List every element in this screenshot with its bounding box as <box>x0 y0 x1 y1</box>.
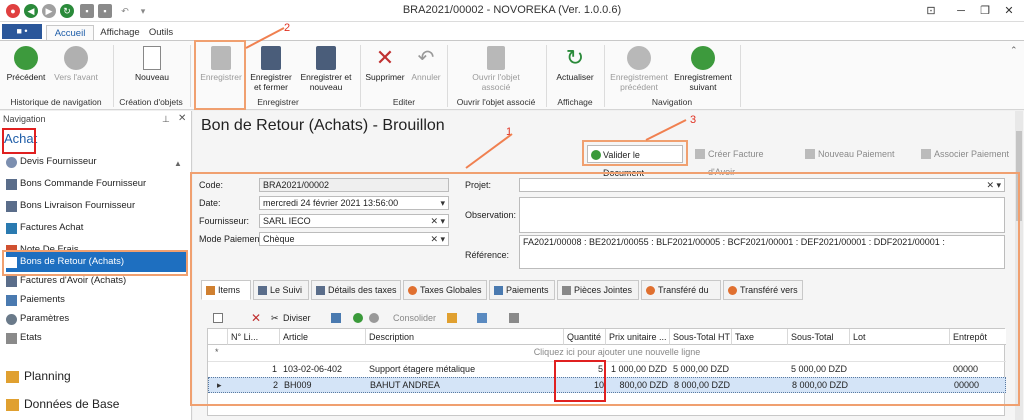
group-label-history: Historique de navigation <box>10 97 102 107</box>
new-payment-button[interactable]: Nouveau Paiement <box>803 145 903 163</box>
nav-group-planning[interactable]: Planning <box>6 369 71 383</box>
minimize-button[interactable]: ─ <box>952 3 970 19</box>
previous-button[interactable]: Précédent <box>4 46 48 82</box>
arrow-right-icon <box>64 46 88 70</box>
ribbon-tabs: ■ • Accueil Affichage Outils <box>0 22 1024 40</box>
pin-icon[interactable]: ⊥ <box>162 114 170 125</box>
separator <box>546 45 547 107</box>
folder-icon <box>6 371 19 383</box>
title-bar: ● ◀ ▶ ↻ ▪ ▪ ↶ ▾ BRA2021/00002 - NOVOREKA… <box>0 0 1024 22</box>
arrow-up-icon <box>627 46 651 70</box>
delete-button[interactable]: ✕ Supprimer <box>362 45 408 83</box>
annotation-box-nav-item <box>2 250 188 276</box>
arrow-left-icon <box>14 46 38 70</box>
previous-record-button[interactable]: Enregistrement précédent <box>608 46 670 92</box>
tab-affichage[interactable]: Affichage <box>100 25 140 40</box>
nav-group-donnees[interactable]: Données de Base <box>6 397 119 411</box>
payment-icon <box>6 295 17 306</box>
group-label-navigation: Navigation <box>651 97 693 107</box>
payment-icon <box>805 149 815 159</box>
open-associated-button[interactable]: Ouvrir l'objet associé <box>460 46 532 92</box>
gear-icon <box>6 314 17 325</box>
undo-arrow-icon: ↶ <box>417 47 435 69</box>
save-new-button[interactable]: Enregistrer et nouveau <box>298 46 354 92</box>
delivery-icon <box>6 201 17 212</box>
folder-icon <box>6 399 19 411</box>
save-close-button[interactable]: Enregistrer et fermer <box>248 46 294 92</box>
nav-item-etats[interactable]: Etats <box>6 329 189 347</box>
close-panel-icon[interactable]: ✕ <box>178 113 186 124</box>
navigation-header: Navigation <box>3 114 46 124</box>
group-label-edit: Editer <box>392 97 416 107</box>
page-title: Bon de Retour (Achats) - Brouillon <box>201 117 445 134</box>
window-title: BRA2021/00002 - NOVOREKA (Ver. 1.0.0.6) <box>402 4 622 16</box>
nav-item-factures-achat[interactable]: Factures Achat <box>6 219 189 237</box>
group-label-display: Affichage <box>557 97 593 107</box>
next-record-button[interactable]: Enregistrement suivant <box>672 46 734 92</box>
annotation-box-quantity <box>554 360 606 402</box>
associated-object-icon <box>487 46 505 70</box>
nav-item-devis[interactable]: Devis Fournisseur <box>6 153 189 171</box>
new-document-icon <box>143 46 161 70</box>
group-label-assoc: Ouvrir l'objet associé <box>456 97 536 107</box>
group-label-save: Enregistrer <box>257 97 299 107</box>
credit-note-icon <box>6 276 17 287</box>
ribbon: Précédent Vers l'avant Historique de nav… <box>0 40 1024 110</box>
collapse-ribbon-icon[interactable]: ⌃ <box>1010 45 1018 56</box>
nav-item-paiements[interactable]: Paiements <box>6 291 189 309</box>
separator <box>360 45 361 107</box>
separator <box>190 45 191 107</box>
tab-accueil[interactable]: Accueil <box>46 25 94 40</box>
separator <box>740 45 741 107</box>
arrow-down-icon <box>691 46 715 70</box>
file-menu-button[interactable]: ■ • <box>2 24 42 39</box>
nav-item-bons-livraison[interactable]: Bons Livraison Fournisseur <box>6 197 189 215</box>
forward-button[interactable]: Vers l'avant <box>50 46 102 82</box>
nav-item-parametres[interactable]: Paramètres <box>6 310 189 328</box>
order-icon <box>6 179 17 190</box>
separator <box>604 45 605 107</box>
cancel-button[interactable]: ↶ Annuler <box>408 46 444 82</box>
delete-x-icon: ✕ <box>375 45 395 70</box>
close-button[interactable]: ✕ <box>1000 3 1018 19</box>
document-icon <box>695 149 705 159</box>
report-icon <box>6 333 17 344</box>
associate-payment-button[interactable]: Associer Paiement <box>919 145 1019 163</box>
restore-button[interactable]: ❐ <box>976 3 994 19</box>
refresh-button[interactable]: ↻ Actualiser <box>550 45 600 83</box>
group-label-create: Création d'objets <box>119 97 183 107</box>
floppy-new-icon <box>316 46 336 70</box>
invoice-icon <box>6 223 17 234</box>
annotation-box-save <box>194 40 246 110</box>
annotation-box-achat <box>2 128 36 154</box>
link-icon <box>921 149 931 159</box>
ribbon-display-icon[interactable]: ⊡ <box>922 3 940 19</box>
annotation-number-3: 3 <box>690 114 697 126</box>
devis-icon <box>6 157 17 168</box>
new-button[interactable]: Nouveau <box>124 46 180 82</box>
refresh-icon: ↻ <box>565 45 585 70</box>
annotation-arrow-3 <box>645 119 687 141</box>
annotation-arrow-2 <box>245 27 285 49</box>
nav-item-bons-commande[interactable]: Bons Commande Fournisseur <box>6 175 189 193</box>
annotation-arrow-1 <box>465 133 513 169</box>
create-credit-note-button[interactable]: Créer Facture d'Avoir <box>693 145 793 177</box>
tab-outils[interactable]: Outils <box>144 25 178 40</box>
